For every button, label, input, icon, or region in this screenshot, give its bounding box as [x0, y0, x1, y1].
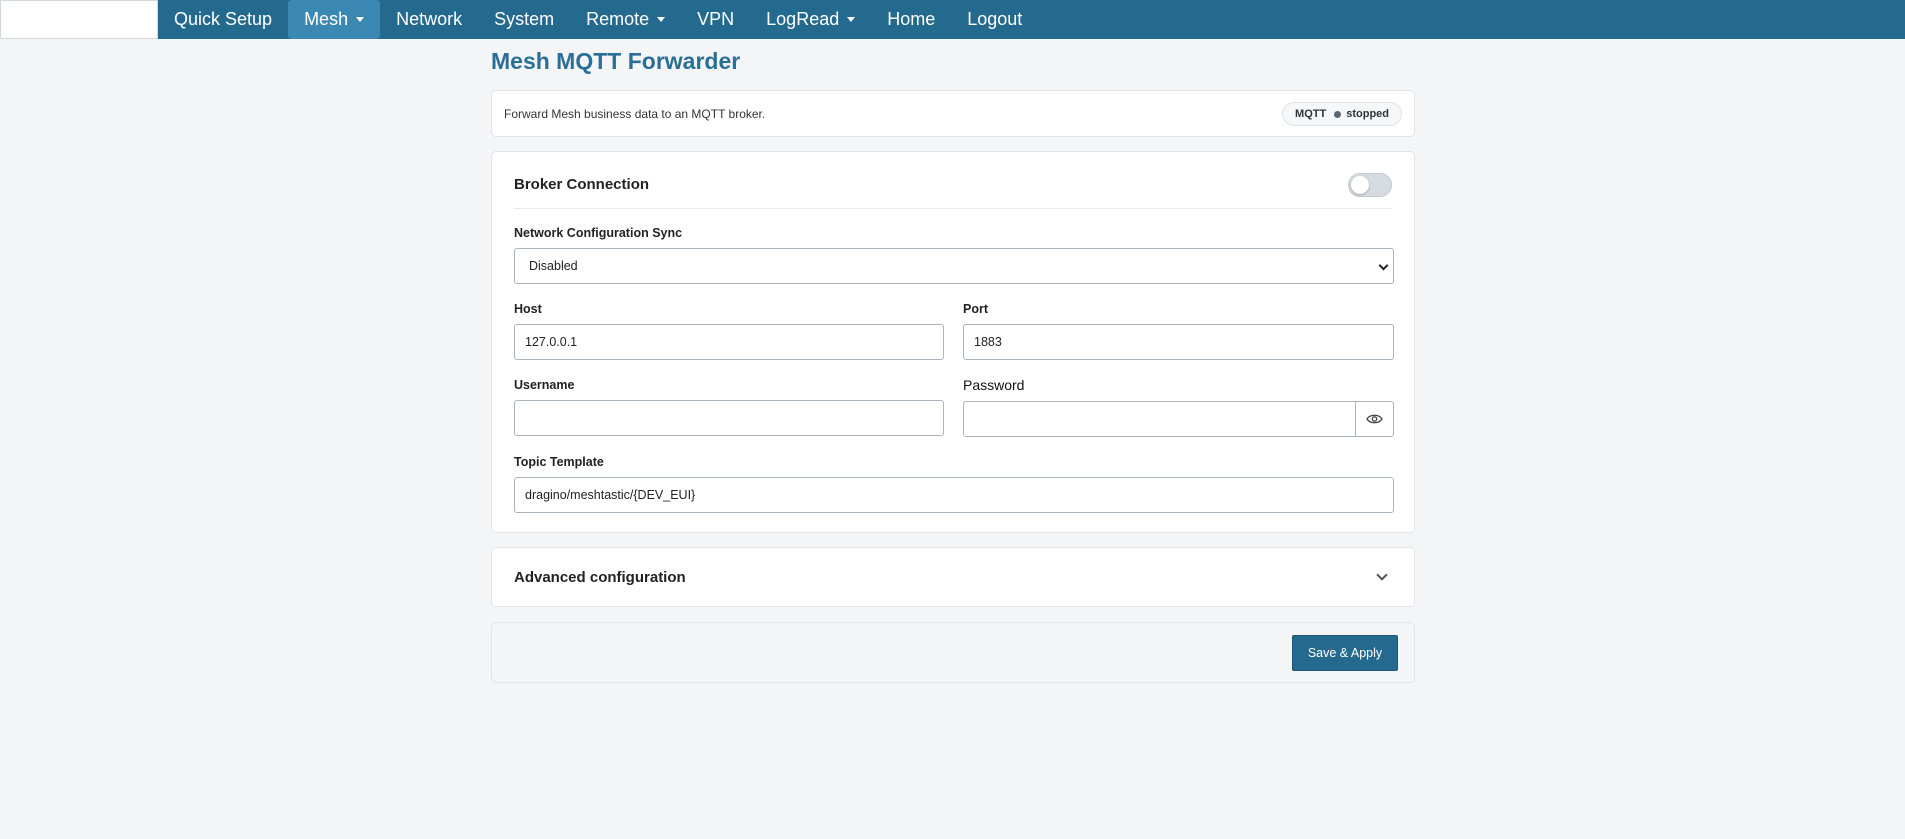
- username-label: Username: [514, 378, 575, 392]
- status-dot-icon: [1334, 110, 1342, 118]
- nav-item-home[interactable]: Home: [871, 0, 951, 39]
- nav-item-label: Home: [887, 9, 936, 29]
- topic-template-input[interactable]: dragino/meshtastic/{DEV_EUI}: [514, 477, 1394, 513]
- top-navbar: Quick Setup Mesh Network System Remote V…: [0, 0, 1905, 39]
- host-label: Host: [514, 302, 542, 316]
- broker-enable-toggle[interactable]: [1348, 173, 1392, 197]
- logo[interactable]: [0, 0, 158, 39]
- show-password-button[interactable]: [1355, 402, 1393, 436]
- nav-item-label: LogRead: [766, 9, 840, 29]
- port-input-value: 1883: [974, 335, 1002, 349]
- nav-item-label: VPN: [697, 9, 735, 29]
- username-input[interactable]: [514, 400, 944, 436]
- nav-item-label: Remote: [586, 9, 650, 29]
- save-apply-button[interactable]: Save & Apply: [1292, 635, 1398, 671]
- nav-item-label: Network: [396, 9, 463, 29]
- status-badge-value: stopped: [1346, 108, 1389, 120]
- status-badge: MQTT stopped: [1282, 102, 1402, 126]
- broker-connection-card: Broker Connection Network Configuration …: [491, 151, 1415, 533]
- divider: [514, 208, 1392, 209]
- advanced-configuration-title: Advanced configuration: [514, 569, 686, 586]
- caret-down-icon: [847, 17, 856, 22]
- nav-item-quick-setup[interactable]: Quick Setup: [158, 0, 288, 39]
- nav-item-logread[interactable]: LogRead: [750, 0, 871, 39]
- topic-template-value: dragino/meshtastic/{DEV_EUI}: [525, 488, 696, 502]
- nav-item-logout[interactable]: Logout: [951, 0, 1038, 39]
- chevron-down-icon: [1378, 260, 1389, 271]
- nav-item-label: Mesh: [304, 9, 349, 29]
- password-label: Password: [963, 377, 1025, 393]
- port-input[interactable]: 1883: [963, 324, 1394, 360]
- status-badge-label: MQTT: [1295, 108, 1327, 120]
- main-nav: Quick Setup Mesh Network System Remote V…: [158, 0, 1038, 39]
- broker-connection-title: Broker Connection: [514, 176, 650, 193]
- port-label: Port: [963, 302, 988, 316]
- page-description: Forward Mesh business data to an MQTT br…: [504, 107, 766, 121]
- nav-item-network[interactable]: Network: [380, 0, 478, 39]
- nav-item-vpn[interactable]: VPN: [681, 0, 750, 39]
- topic-label: Topic Template: [514, 455, 604, 469]
- caret-down-icon: [657, 17, 666, 22]
- nav-item-label: Logout: [967, 9, 1023, 29]
- actions-card: Save & Apply: [491, 622, 1415, 683]
- toggle-knob: [1351, 176, 1369, 194]
- sync-select[interactable]: Disabled: [514, 248, 1394, 284]
- description-card: Forward Mesh business data to an MQTT br…: [491, 90, 1415, 137]
- password-input[interactable]: [963, 401, 1394, 437]
- sync-select-value: Disabled: [529, 259, 578, 273]
- eye-icon: [1366, 414, 1383, 424]
- host-input-value: 127.0.0.1: [525, 335, 578, 349]
- nav-item-remote[interactable]: Remote: [570, 0, 681, 39]
- advanced-configuration-card[interactable]: Advanced configuration: [491, 547, 1415, 607]
- sync-label: Network Configuration Sync: [514, 226, 683, 240]
- nav-item-system[interactable]: System: [478, 0, 570, 39]
- nav-item-label: System: [494, 9, 555, 29]
- nav-item-mesh[interactable]: Mesh: [288, 0, 381, 39]
- nav-item-label: Quick Setup: [174, 9, 273, 29]
- host-input[interactable]: 127.0.0.1: [514, 324, 944, 360]
- chevron-down-icon[interactable]: [1376, 569, 1388, 581]
- page-title: Mesh MQTT Forwarder: [491, 48, 741, 74]
- caret-down-icon: [356, 17, 365, 22]
